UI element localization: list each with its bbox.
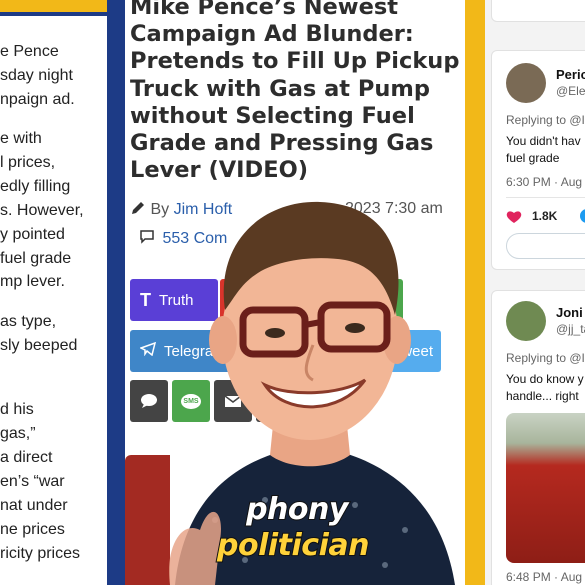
article-line: fuel grade xyxy=(0,250,72,267)
tweet-reply-context: Replying to @I xyxy=(506,113,585,127)
blue-bar xyxy=(0,12,107,16)
caption-line-2: politician xyxy=(216,527,370,564)
article-line: y pointed xyxy=(0,226,65,243)
truth-social-icon: T xyxy=(140,289,151,310)
pencil-icon xyxy=(130,200,146,216)
telegram-icon xyxy=(139,341,157,360)
tweet-text-line: You didn't hav xyxy=(506,134,581,148)
tweet-time: 6:30 PM · Aug xyxy=(506,175,583,189)
tweet-text-line: handle... right xyxy=(506,389,579,403)
like-count: 1.8K xyxy=(532,209,558,223)
twitter-column: Pericl @Elec Replying to @I You didn't h… xyxy=(485,0,585,585)
tweet-author-name: Pericl xyxy=(556,67,585,82)
article-line: sday night xyxy=(0,67,73,84)
heart-icon[interactable] xyxy=(506,209,522,228)
article-line: en’s “war xyxy=(0,473,65,490)
tweet-card[interactable]: Pericl @Elec Replying to @I You didn't h… xyxy=(491,50,585,270)
article-line: a direct xyxy=(0,449,53,466)
article-line: d his xyxy=(0,401,34,418)
tweet-text-line: You do know y xyxy=(506,372,584,386)
tweet-author-handle: @jj_ta xyxy=(556,322,585,336)
tweet-card xyxy=(491,0,585,22)
tweet-text-line: fuel grade xyxy=(506,151,560,165)
caption-line-1: phony xyxy=(245,491,349,528)
tweet-card[interactable]: Joni J @jj_ta Replying to @I You do know… xyxy=(491,290,585,585)
article-line: s. However, xyxy=(0,202,84,219)
tweet-media-image[interactable] xyxy=(506,413,585,563)
article-line: edly filling xyxy=(0,178,71,195)
reply-icon[interactable] xyxy=(580,209,585,223)
divider xyxy=(465,0,485,585)
tweet-author-handle: @Elec xyxy=(556,84,585,98)
tweet-time: 6:48 PM · Aug xyxy=(506,570,583,584)
article-line: as type, xyxy=(0,313,57,330)
article-line: e Pence xyxy=(0,43,59,60)
article-line: nat under xyxy=(0,497,68,514)
article-line: npaign ad. xyxy=(0,91,75,108)
article-line: l prices, xyxy=(0,154,56,171)
gold-bar xyxy=(0,0,107,12)
avatar xyxy=(506,301,546,341)
divider xyxy=(107,0,125,585)
avatar xyxy=(506,63,546,103)
tweet-author-name: Joni J xyxy=(556,305,585,320)
tweet-reply-context: Replying to @I xyxy=(506,351,585,365)
article-line: ne prices xyxy=(0,521,65,538)
article-line: gas,” xyxy=(0,425,36,442)
article-line: e with xyxy=(0,130,42,147)
article-line: mp lever. xyxy=(0,273,65,290)
divider xyxy=(506,197,585,198)
left-article-column: e Pence sday night npaign ad. e with l p… xyxy=(0,0,107,585)
article-title: Mike Pence’s Newest Campaign Ad Blunder:… xyxy=(130,0,460,184)
read-replies-button[interactable] xyxy=(506,233,585,259)
article-line: sly beeped xyxy=(0,337,78,354)
article-line: ricity prices xyxy=(0,545,81,562)
